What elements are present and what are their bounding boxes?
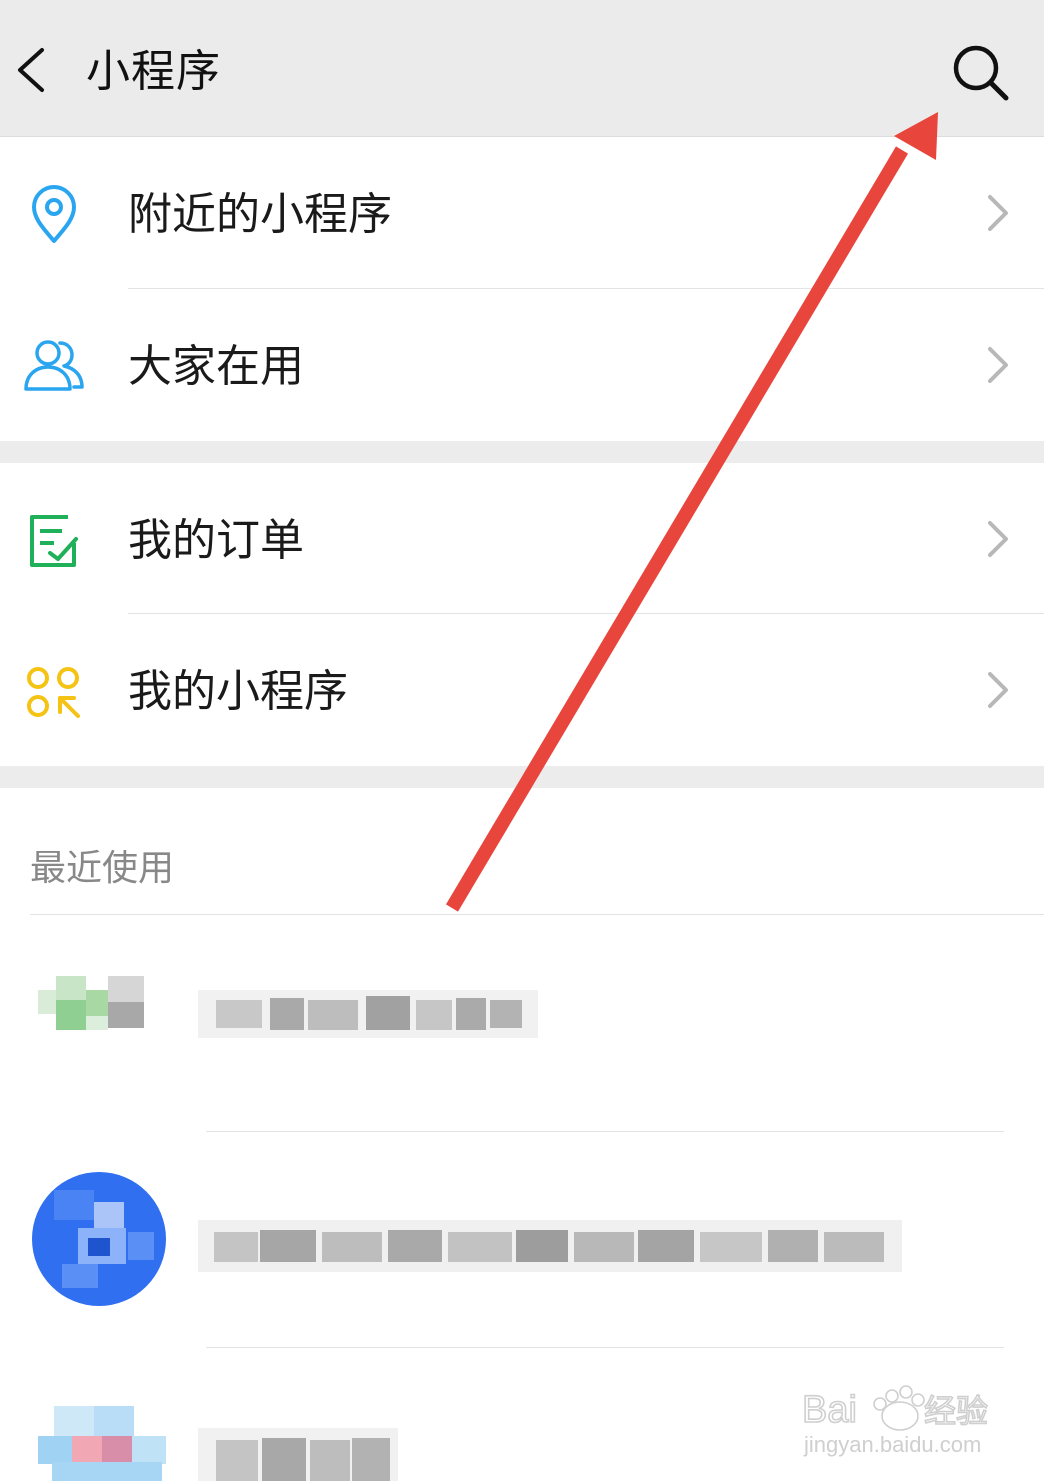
blurred-name (198, 990, 538, 1038)
avatar (32, 976, 166, 1056)
chevron-right-icon (988, 672, 1008, 708)
menu-item-label: 我的订单 (128, 515, 304, 566)
watermark-url: jingyan.baidu.com (804, 1432, 982, 1457)
menu-item-label: 我的小程序 (128, 666, 348, 717)
section-gap (0, 766, 1044, 788)
location-pin-icon (32, 185, 76, 243)
recent-item[interactable] (0, 1132, 1044, 1346)
menu-item-my-mini-programs[interactable]: 我的小程序 (0, 614, 1044, 766)
menu-item-popular[interactable]: 大家在用 (0, 289, 1044, 441)
avatar (32, 1172, 166, 1306)
menu-item-label: 大家在用 (128, 341, 304, 392)
blurred-name (198, 1220, 902, 1272)
menu-item-nearby[interactable]: 附近的小程序 (0, 137, 1044, 289)
top-bar: 小程序 (0, 0, 1044, 137)
order-check-icon (30, 515, 78, 567)
mini-program-grid-icon (27, 667, 80, 718)
chevron-left-icon[interactable] (12, 42, 52, 98)
svg-text:经验: 经验 (924, 1393, 988, 1429)
chevron-right-icon (988, 347, 1008, 383)
svg-text:Bai: Bai (802, 1389, 857, 1431)
people-icon (24, 340, 84, 391)
menu-item-orders[interactable]: 我的订单 (0, 463, 1044, 615)
search-icon[interactable] (948, 40, 1012, 104)
recent-section-title: 最近使用 (30, 848, 175, 889)
recent-item[interactable] (0, 916, 1044, 1130)
blurred-name (198, 1428, 398, 1481)
chevron-right-icon (988, 195, 1008, 231)
section-gap (0, 441, 1044, 463)
avatar (32, 1406, 166, 1481)
menu-item-label: 附近的小程序 (128, 189, 392, 240)
chevron-right-icon (988, 521, 1008, 557)
divider (30, 914, 1044, 915)
page-title: 小程序 (86, 46, 221, 97)
